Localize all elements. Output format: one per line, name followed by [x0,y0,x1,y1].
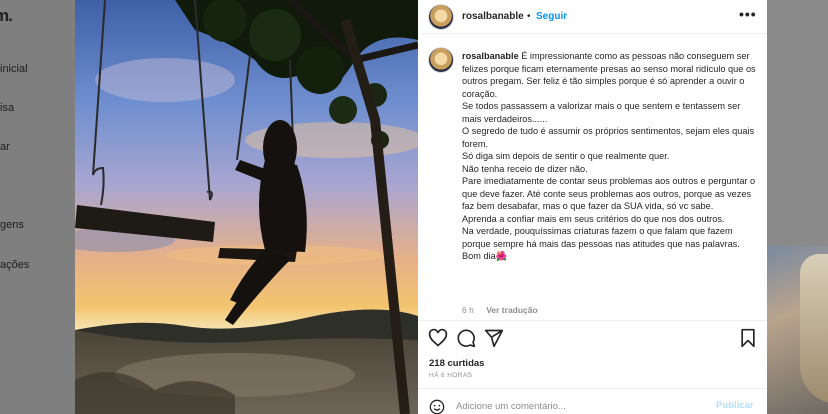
background-nav-item: ar [0,141,10,153]
caption-line: Na verdade, pouquíssimas criaturas fazem… [462,226,740,249]
likes-count[interactable]: 218 curtidas [429,358,484,369]
caption-line: Não tenha receio de dizer não. [462,163,588,174]
avatar[interactable] [428,4,454,30]
separator-dot: • [527,11,531,22]
caption-time: 6 h [462,305,474,315]
caption-line: Só diga sim depois de sentir o que realm… [462,151,670,161]
swing-sunset-image [75,0,418,414]
comment-bubble-icon[interactable] [456,328,476,348]
post-timestamp: HÁ 6 HORAS [429,372,473,379]
post-photo[interactable] [75,0,418,414]
divider [418,320,767,321]
caption-line: O segredo de tudo é assumir os próprios … [462,126,755,149]
comment-row: Publicar [418,393,767,414]
share-send-icon[interactable] [484,328,504,348]
caption-line: Pare imediatamente de contar seus proble… [462,176,756,211]
caption-meta: 6 h Ver tradução [462,305,538,315]
see-translation-link[interactable]: Ver tradução [486,305,538,315]
publish-button[interactable]: Publicar [716,400,754,411]
background-logo: m. [0,6,13,25]
background-nav-item: ações [0,259,30,271]
caption-line: Bom dia🌺 [462,251,508,261]
background-nav-item: gens [0,219,24,231]
background-feed-thumbnail [767,246,828,414]
background-nav-item: isa [0,102,15,114]
caption-line: Aprenda a confiar mais em seus critérios… [462,213,725,224]
follow-button[interactable]: Seguir [536,11,567,22]
caption-username[interactable]: rosalbanable [462,51,519,61]
caption-avatar[interactable] [428,47,454,73]
post-panel: rosalbanable • Seguir ••• rosalbanable É… [418,0,767,414]
more-options-icon[interactable]: ••• [739,6,757,22]
username-link[interactable]: rosalbanable [462,11,524,22]
emoji-smiley-icon[interactable] [429,399,445,414]
background-sidebar: m. inicial isa ar gens ações [0,0,75,414]
save-bookmark-icon[interactable] [738,328,758,348]
comment-input[interactable] [456,399,696,413]
post-caption: rosalbanable É impressionante como as pe… [462,50,762,263]
post-header: rosalbanable • Seguir ••• [418,0,767,34]
caption-line: Se todos passassem a valorizar mais o qu… [462,101,741,124]
like-heart-icon[interactable] [428,328,448,348]
divider [418,388,767,389]
background-nav-item: inicial [0,63,28,75]
